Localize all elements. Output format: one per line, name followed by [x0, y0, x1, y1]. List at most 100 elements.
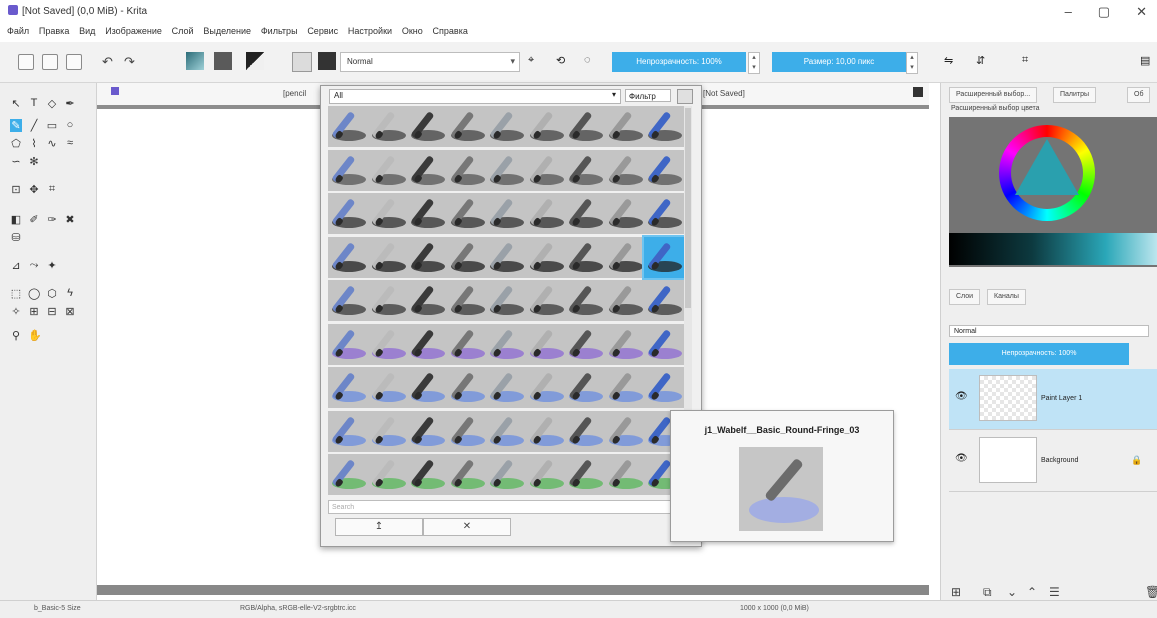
brush-preset-thumbnail[interactable] [565, 149, 606, 191]
brush-preset-thumbnail[interactable] [644, 106, 685, 147]
text-tool-icon[interactable]: T [28, 97, 40, 110]
bezier-tool-icon[interactable]: ∿ [46, 137, 58, 150]
brush-preset-thumbnail[interactable] [644, 280, 685, 321]
brush-preset-thumbnail[interactable] [525, 106, 567, 147]
brush-preset-thumbnail[interactable] [604, 323, 646, 365]
color-picker-icon[interactable]: ✐ [28, 213, 40, 226]
view-mode-icon[interactable] [677, 89, 693, 104]
edit-shapes-icon[interactable]: ◇ [46, 97, 58, 110]
line-tool-icon[interactable]: ╱ [28, 119, 40, 132]
magic-wand-icon[interactable]: ✧ [10, 305, 22, 318]
calligraphy-icon[interactable]: ✒ [64, 97, 76, 110]
freehand-path-icon[interactable]: ≈ [64, 137, 76, 150]
dynamic-brush-icon[interactable]: ∽ [10, 155, 22, 168]
brush-preset-thumbnail[interactable] [407, 280, 448, 321]
brush-presets-icon[interactable] [292, 52, 312, 72]
reload-preset-icon[interactable]: ⟲ [556, 54, 565, 67]
brush-preset-thumbnail[interactable] [486, 410, 527, 452]
pan-tool-icon[interactable]: ✋ [28, 329, 42, 342]
brush-preset-thumbnail[interactable] [565, 367, 606, 408]
brush-preset-thumbnail[interactable] [446, 367, 488, 408]
import-preset-button[interactable]: ↥ [335, 518, 423, 536]
visibility-eye-icon[interactable]: 👁 [955, 453, 968, 464]
brush-preset-thumbnail[interactable] [367, 236, 409, 278]
freehand-select-icon[interactable]: ϟ [64, 287, 76, 300]
brush-preset-thumbnail[interactable] [604, 454, 646, 495]
mirror-vertical-icon[interactable]: ⇵ [976, 54, 985, 67]
polygon-tool-icon[interactable]: ⬠ [10, 137, 22, 150]
move-up-icon[interactable]: ⌃ [1027, 585, 1037, 599]
workspace-icon[interactable]: ▤ [1140, 54, 1150, 67]
gradient-selector-icon[interactable] [186, 52, 204, 70]
brush-preset-thumbnail[interactable] [565, 280, 606, 321]
polyline-tool-icon[interactable]: ⌇ [28, 137, 40, 150]
brush-preset-thumbnail[interactable] [565, 236, 606, 278]
fg-bg-color-icon[interactable] [246, 52, 264, 70]
brush-preset-thumbnail[interactable] [604, 193, 646, 234]
tab-palettes[interactable]: Палитры [1053, 87, 1097, 103]
move-tool-icon[interactable]: ✥ [28, 183, 40, 196]
brush-preset-thumbnail[interactable] [446, 280, 488, 321]
brush-preset-thumbnail[interactable] [565, 193, 606, 234]
brush-preset-thumbnail[interactable] [367, 454, 409, 495]
brush-preset-thumbnail[interactable] [642, 234, 687, 280]
menu-filters[interactable]: Фильтры [261, 26, 298, 36]
polygon-select-icon[interactable]: ⬡ [46, 287, 58, 300]
select-tool-icon[interactable]: ↖ [10, 97, 22, 110]
brush-preset-thumbnail[interactable] [486, 367, 527, 408]
similar-select-icon[interactable]: ⊞ [28, 305, 40, 318]
menu-settings[interactable]: Настройки [348, 26, 392, 36]
brush-preset-thumbnail[interactable] [525, 367, 567, 408]
brush-preset-thumbnail[interactable] [644, 323, 685, 365]
brush-preset-thumbnail[interactable] [644, 367, 685, 408]
brush-preset-thumbnail[interactable] [604, 410, 646, 452]
visibility-eye-icon[interactable]: 👁 [955, 391, 968, 402]
fill-tool-icon[interactable]: ⛁ [10, 231, 22, 244]
menu-help[interactable]: Справка [433, 26, 468, 36]
brush-preset-thumbnail[interactable] [407, 410, 448, 452]
size-spin[interactable]: ▴ ▾ [906, 52, 918, 74]
document-tab-right[interactable]: [Not Saved] [703, 89, 745, 98]
layer-row-paint[interactable]: 👁 Paint Layer 1 [949, 369, 1157, 430]
zoom-tool-icon[interactable]: ⚲ [10, 329, 22, 342]
brush-preset-thumbnail[interactable] [328, 323, 369, 365]
brush-preset-thumbnail[interactable] [525, 280, 567, 321]
brush-preset-thumbnail[interactable] [525, 193, 567, 234]
brush-tool-icon[interactable]: ✎ [10, 119, 22, 132]
brush-preset-thumbnail[interactable] [525, 454, 567, 495]
brush-preset-thumbnail[interactable] [604, 106, 646, 147]
menu-view[interactable]: Вид [79, 26, 95, 36]
brush-preset-thumbnail[interactable] [486, 236, 527, 278]
brush-preset-thumbnail[interactable] [486, 454, 527, 495]
brush-preset-thumbnail[interactable] [328, 280, 369, 321]
layer-properties-icon[interactable]: ☰ [1049, 585, 1060, 599]
preset-search-input[interactable]: Search [328, 500, 688, 514]
brush-editor-icon[interactable] [318, 52, 336, 70]
transform-tool-icon[interactable]: ⊡ [10, 183, 22, 196]
save-document-icon[interactable] [66, 54, 82, 70]
size-slider[interactable]: Размер: 10,00 пикс [772, 52, 906, 72]
brush-preset-thumbnail[interactable] [446, 323, 488, 365]
layer-blend-mode[interactable]: Normal [949, 325, 1149, 337]
brush-preset-thumbnail[interactable] [486, 149, 527, 191]
redo-icon[interactable]: ↷ [124, 54, 135, 70]
menu-edit[interactable]: Правка [39, 26, 69, 36]
canvas-horizontal-scrollbar[interactable] [97, 585, 929, 595]
brush-preset-thumbnail[interactable] [604, 367, 646, 408]
menu-file[interactable]: Файл [7, 26, 29, 36]
rectangle-tool-icon[interactable]: ▭ [46, 119, 58, 132]
brush-preset-thumbnail[interactable] [328, 410, 369, 452]
duplicate-layer-icon[interactable]: ⧉ [983, 585, 992, 600]
brush-preset-thumbnail[interactable] [565, 323, 606, 365]
tab-layers[interactable]: Слои [949, 289, 981, 305]
assistant-tool-icon[interactable]: ⤳ [28, 259, 40, 272]
brush-preset-thumbnail[interactable] [525, 323, 567, 365]
menu-select[interactable]: Выделение [203, 26, 251, 36]
brush-preset-thumbnail[interactable] [367, 280, 409, 321]
tab-channels[interactable]: Каналы [987, 289, 1026, 305]
brush-preset-thumbnail[interactable] [328, 367, 369, 408]
maximize-button[interactable]: ▢ [1098, 4, 1110, 20]
brush-preset-thumbnail[interactable] [565, 410, 606, 452]
brush-preset-thumbnail[interactable] [407, 454, 448, 495]
brush-preset-thumbnail[interactable] [525, 236, 567, 278]
